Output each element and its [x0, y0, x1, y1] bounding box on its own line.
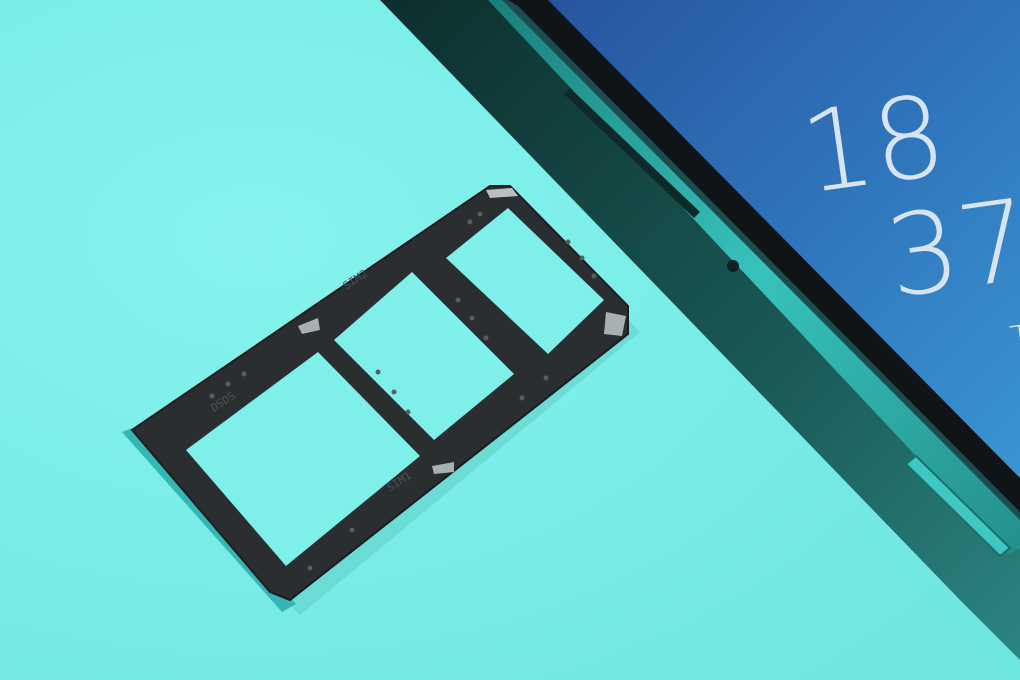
clock-minute: 37 — [879, 175, 1020, 324]
product-photo-scene: 18 37 Th DSDS SIM2 SIM1 — [0, 0, 1020, 680]
photo-illustration: 18 37 Th DSDS SIM2 SIM1 — [0, 0, 1020, 680]
side-hole — [727, 260, 739, 272]
tray-tab-right — [604, 312, 626, 336]
